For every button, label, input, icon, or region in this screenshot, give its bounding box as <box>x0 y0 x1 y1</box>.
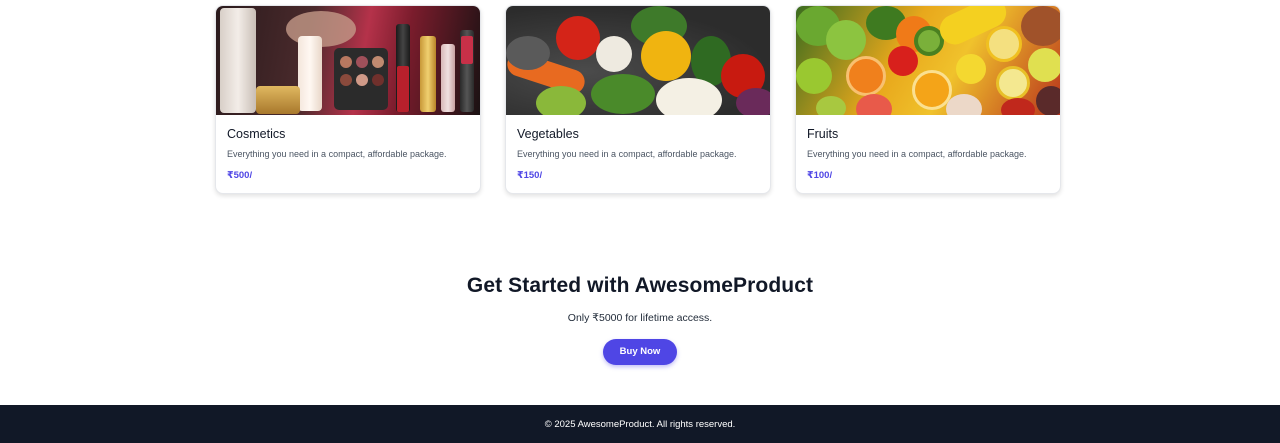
product-card-cosmetics[interactable]: Cosmetics Everything you need in a compa… <box>215 5 481 194</box>
product-description: Everything you need in a compact, afford… <box>227 149 447 159</box>
page: Cosmetics Everything you need in a compa… <box>0 0 1280 443</box>
product-price: ₹150/ <box>517 170 543 181</box>
product-title: Vegetables <box>517 127 579 141</box>
cta-subtitle: Only ₹5000 for lifetime access. <box>567 312 713 324</box>
product-price: ₹100/ <box>807 170 833 181</box>
product-cards: Cosmetics Everything you need in a compa… <box>215 5 1061 194</box>
cta-title: Get Started with AwesomeProduct <box>466 274 814 297</box>
cosmetics-image <box>216 6 480 115</box>
get-started-section: Get Started with AwesomeProduct Only ₹50… <box>0 274 1280 365</box>
buy-now-button[interactable]: Buy Now <box>603 339 677 365</box>
footer: © 2025 AwesomeProduct. All rights reserv… <box>0 405 1280 443</box>
product-title: Fruits <box>807 127 839 141</box>
product-title: Cosmetics <box>227 127 286 141</box>
vegetables-image <box>506 6 770 115</box>
product-card-vegetables[interactable]: Vegetables Everything you need in a comp… <box>505 5 771 194</box>
product-card-fruits[interactable]: Fruits Everything you need in a compact,… <box>795 5 1061 194</box>
fruits-image <box>796 6 1060 115</box>
product-description: Everything you need in a compact, afford… <box>807 149 1027 159</box>
footer-copyright: © 2025 AwesomeProduct. All rights reserv… <box>544 419 736 430</box>
product-price: ₹500/ <box>227 170 253 181</box>
product-description: Everything you need in a compact, afford… <box>517 149 737 159</box>
